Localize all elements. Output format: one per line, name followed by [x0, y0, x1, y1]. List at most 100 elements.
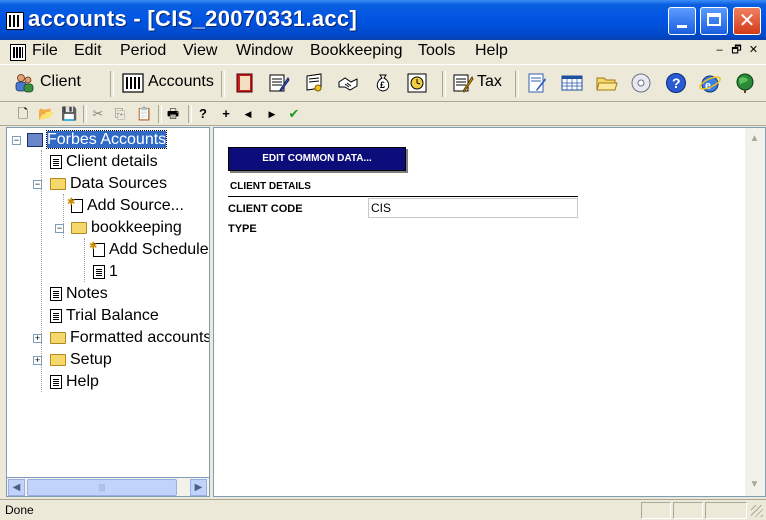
handshake-icon[interactable]: [337, 72, 359, 94]
menu-help[interactable]: Help: [475, 42, 508, 60]
forward-icon[interactable]: ▶: [265, 107, 279, 121]
open-icon[interactable]: 📂: [38, 107, 54, 121]
save-icon[interactable]: 💾: [61, 107, 77, 121]
abacus-icon: [122, 73, 144, 93]
toolbar-separator: [442, 71, 446, 97]
tree-item-root[interactable]: Forbes Accounts: [27, 130, 168, 150]
cd-disc-icon[interactable]: [630, 72, 652, 94]
type-label: TYPE: [228, 223, 257, 235]
resize-grip-icon[interactable]: [751, 505, 763, 517]
money-bag-icon[interactable]: £: [372, 72, 394, 94]
add-icon[interactable]: +: [219, 107, 233, 121]
tree-item-schedule-1[interactable]: 1: [93, 262, 118, 282]
tree-horizontal-scrollbar[interactable]: ◀ ||| ▶: [6, 477, 210, 497]
tree-item-help[interactable]: Help: [50, 372, 99, 392]
tree-item-formatted-accounts[interactable]: Formatted accounts: [50, 328, 210, 348]
tree-item-trial-balance[interactable]: Trial Balance: [50, 306, 159, 326]
folder-icon: [50, 177, 66, 190]
mdi-minimize-button[interactable]: –: [712, 44, 727, 58]
certificate-icon[interactable]: [303, 72, 325, 94]
folder-icon: [50, 331, 66, 344]
help-pointer-icon[interactable]: ?: [196, 107, 210, 121]
menu-edit[interactable]: Edit: [74, 42, 102, 60]
tree-item-data-sources[interactable]: Data Sources: [50, 174, 167, 194]
tree-item-add-source[interactable]: Add Source...: [67, 193, 184, 216]
folder-icon: [71, 221, 87, 234]
mdi-close-button[interactable]: ✕: [746, 44, 761, 58]
document-icon[interactable]: [10, 44, 26, 61]
notepad-edit-icon[interactable]: [526, 72, 548, 94]
client-code-label: CLIENT CODE: [228, 203, 303, 215]
menu-tools[interactable]: Tools: [418, 42, 455, 60]
maximize-button[interactable]: [700, 7, 728, 35]
client-button-label: Client: [40, 73, 81, 90]
tree-item-label: bookkeeping: [91, 219, 182, 236]
spellcheck-icon[interactable]: ✔: [287, 107, 301, 121]
tree-item-label: 1: [109, 263, 118, 280]
status-bar: Done: [0, 499, 766, 520]
tax-button-label: Tax: [477, 73, 502, 90]
tree-collapse-toggle[interactable]: −: [33, 180, 42, 189]
tree-item-notes[interactable]: Notes: [50, 284, 108, 304]
menu-window[interactable]: Window: [236, 42, 293, 60]
document-icon: [50, 308, 62, 323]
help-icon[interactable]: ?: [665, 72, 687, 94]
back-icon[interactable]: ◀: [241, 107, 255, 121]
navigation-tree[interactable]: − Forbes Accounts Client details − Data …: [6, 127, 210, 497]
scroll-down-button[interactable]: ▼: [746, 476, 763, 493]
deadline-clock-icon[interactable]: [406, 72, 428, 94]
scroll-right-button[interactable]: ▶: [190, 479, 207, 496]
ledger-book-icon[interactable]: [234, 72, 256, 94]
minimize-button[interactable]: [668, 7, 696, 35]
document-icon: [50, 154, 62, 169]
print-icon[interactable]: 🖶: [166, 107, 180, 121]
menu-period[interactable]: Period: [120, 42, 166, 60]
status-text: Done: [5, 503, 34, 517]
main-toolbar: Client Accounts £ Tax ? e: [0, 64, 766, 102]
tree-collapse-toggle[interactable]: −: [55, 224, 64, 233]
client-code-value[interactable]: CIS: [368, 198, 578, 218]
app-icon[interactable]: [6, 12, 24, 30]
svg-text:£: £: [380, 80, 385, 90]
menu-bar: File Edit Period View Window Bookkeeping…: [0, 40, 766, 64]
edit-common-data-button[interactable]: EDIT COMMON DATA...: [228, 147, 406, 171]
new-document-icon: [67, 193, 83, 213]
tree-connector: [84, 238, 85, 282]
document-icon: [50, 286, 62, 301]
status-pane: [705, 502, 747, 519]
open-folder-icon[interactable]: [596, 72, 618, 94]
menu-file[interactable]: File: [32, 42, 58, 60]
tree-expand-toggle[interactable]: +: [33, 356, 42, 365]
scroll-thumb[interactable]: |||: [27, 479, 177, 496]
menu-view[interactable]: View: [183, 42, 217, 60]
globe-icon[interactable]: [734, 72, 756, 94]
status-pane: [673, 502, 703, 519]
calendar-grid-icon[interactable]: [561, 72, 583, 94]
tree-item-label: Client details: [66, 153, 158, 170]
paste-icon[interactable]: 📋: [136, 107, 152, 121]
tree-item-label: Data Sources: [70, 175, 167, 192]
content-vertical-scrollbar[interactable]: ▲ ▼: [745, 128, 765, 496]
tree-item-setup[interactable]: Setup: [50, 350, 112, 370]
internet-explorer-icon[interactable]: e: [699, 72, 721, 94]
tree-item-add-schedule[interactable]: Add Schedule: [89, 237, 209, 260]
tree-item-label: Formatted accounts: [70, 329, 210, 346]
journal-edit-icon[interactable]: [268, 72, 290, 94]
tree-item-bookkeeping[interactable]: bookkeeping: [71, 218, 182, 238]
tree-collapse-toggle[interactable]: −: [12, 136, 21, 145]
tree-item-label: Forbes Accounts: [45, 130, 168, 149]
close-button[interactable]: ✕: [733, 7, 761, 35]
menu-bookkeeping[interactable]: Bookkeeping: [310, 42, 403, 60]
new-icon[interactable]: 🗋: [16, 107, 30, 121]
mdi-restore-button[interactable]: 🗗: [729, 44, 744, 58]
copy-icon[interactable]: ⎘: [113, 107, 127, 121]
tree-item-label: Help: [66, 373, 99, 390]
tree-item-label: Trial Balance: [66, 307, 159, 324]
scroll-up-button[interactable]: ▲: [746, 130, 763, 147]
section-divider: [228, 196, 578, 197]
tree-expand-toggle[interactable]: +: [33, 334, 42, 343]
tree-item-client-details[interactable]: Client details: [50, 152, 158, 172]
content-panel: EDIT COMMON DATA... CLIENT DETAILS CLIEN…: [213, 127, 766, 497]
scroll-left-button[interactable]: ◀: [8, 479, 25, 496]
cut-icon[interactable]: ✂: [91, 107, 105, 121]
